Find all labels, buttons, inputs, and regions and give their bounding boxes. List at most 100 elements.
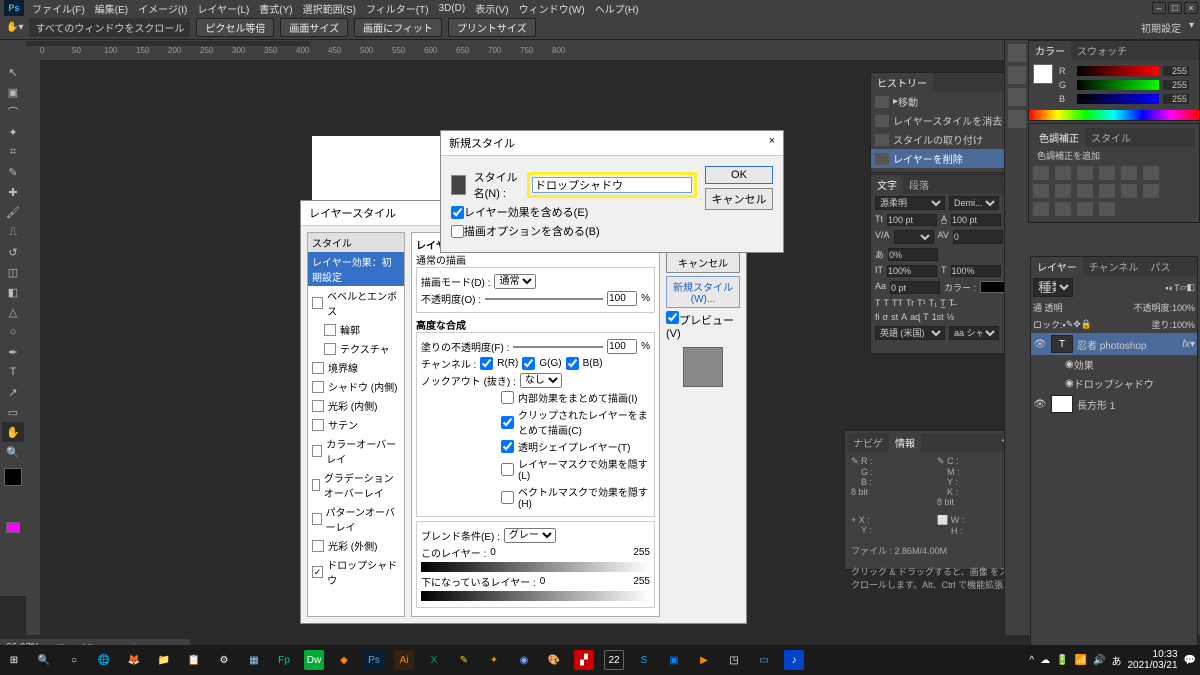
menu-filter[interactable]: フィルター(T) — [366, 1, 429, 16]
style-inner-glow[interactable]: 光彩 (内側) — [308, 396, 404, 415]
foreground-color[interactable] — [4, 468, 22, 486]
close-button[interactable]: × — [1184, 2, 1198, 14]
adj-icon[interactable] — [1033, 184, 1049, 198]
layer-filter-select[interactable]: 種類 — [1033, 278, 1073, 297]
sub-icon[interactable]: T₁ — [929, 298, 938, 308]
menu-file[interactable]: ファイル(F) — [32, 1, 85, 16]
style-satin[interactable]: サテン — [308, 415, 404, 434]
hscale-input[interactable] — [951, 265, 1001, 277]
ls-cancel-button[interactable]: キャンセル — [666, 252, 740, 273]
app-icon[interactable]: ✦ — [484, 650, 504, 670]
opt-fit[interactable]: 画面にフィット — [354, 18, 442, 37]
start-button[interactable]: ⊞ — [4, 650, 24, 670]
style-contour[interactable]: 輪郭 — [308, 320, 404, 339]
style-bevel[interactable]: ベベルとエンボス — [308, 286, 404, 320]
lang-select[interactable]: 英語 (米国) — [875, 326, 945, 340]
fill-input[interactable] — [607, 339, 637, 354]
style-stroke[interactable]: 境界線 — [308, 358, 404, 377]
path-tool[interactable]: ↗ — [2, 382, 24, 402]
cloud-icon[interactable]: ☁ — [1040, 655, 1050, 666]
style-inner-shadow[interactable]: シャドウ (内側) — [308, 377, 404, 396]
layer-row[interactable]: 👁長方形 1 — [1031, 393, 1197, 415]
style-drop-shadow[interactable]: ドロップシャドウ — [308, 555, 404, 589]
shape-tool[interactable]: ▭ — [2, 402, 24, 422]
discord-icon[interactable]: ◉ — [514, 650, 534, 670]
crop-tool[interactable]: ⌗ — [2, 142, 24, 162]
adj-icon[interactable] — [1033, 166, 1049, 180]
menu-layer[interactable]: レイヤー(L) — [197, 1, 249, 16]
menu-help[interactable]: ヘルプ(H) — [595, 1, 639, 16]
opt-print-size[interactable]: プリントサイズ — [448, 18, 536, 37]
maximize-button[interactable]: □ — [1168, 2, 1182, 14]
adj-icon[interactable] — [1099, 184, 1115, 198]
menu-view[interactable]: 表示(V) — [475, 1, 508, 16]
photoshop-icon[interactable]: Ps — [364, 650, 384, 670]
adv-3[interactable] — [501, 463, 514, 476]
layer-row[interactable]: 👁T忍者 photoshopfx▾ — [1031, 333, 1197, 355]
app-icon[interactable]: Fp — [274, 650, 294, 670]
new-style-name-input[interactable] — [532, 177, 692, 193]
swatch-tab[interactable]: スウォッチ — [1071, 41, 1133, 60]
para-tab[interactable]: 段落 — [903, 175, 935, 194]
excel-icon[interactable]: X — [424, 650, 444, 670]
channel-r[interactable] — [480, 357, 493, 370]
layer-thumb[interactable] — [1051, 395, 1073, 413]
chrome-icon[interactable]: 🌐 — [94, 650, 114, 670]
calc-icon[interactable]: ▦ — [244, 650, 264, 670]
menu-type[interactable]: 書式(Y) — [259, 1, 292, 16]
blend-mode-select[interactable]: 通常 — [494, 274, 536, 289]
adj-icon[interactable] — [1099, 166, 1115, 180]
history-row[interactable]: レイヤースタイルを消去 — [871, 111, 1021, 130]
include-effects-check[interactable] — [451, 206, 464, 219]
ls-preview-check[interactable] — [666, 311, 679, 324]
adj-icon[interactable] — [1099, 202, 1115, 216]
pen-tool[interactable]: ✒ — [2, 342, 24, 362]
app-icon[interactable]: ◳ — [724, 650, 744, 670]
gradient-tool[interactable]: ◧ — [2, 282, 24, 302]
blend-slider-under[interactable] — [421, 591, 650, 601]
blur-tool[interactable]: △ — [2, 302, 24, 322]
font-select[interactable]: 源柔明 — [875, 196, 945, 210]
adv-0[interactable] — [501, 391, 514, 404]
menu-select[interactable]: 選択範囲(S) — [303, 1, 356, 16]
lock-icon[interactable]: ✎ — [1066, 319, 1074, 330]
tracking-input[interactable] — [953, 230, 1003, 244]
underline-icon[interactable]: T̲ — [940, 298, 946, 308]
adj-icon[interactable] — [1077, 202, 1093, 216]
quickmask-icon[interactable] — [6, 522, 20, 533]
adj-icon[interactable] — [1055, 184, 1071, 198]
caps-icon[interactable]: TT — [892, 298, 903, 308]
dodge-tool[interactable]: ○ — [2, 322, 24, 342]
italic-icon[interactable]: T — [884, 298, 890, 308]
camera-icon[interactable]: ▣ — [664, 650, 684, 670]
fg-color-swatch[interactable] — [1033, 64, 1053, 84]
new-style-ok-button[interactable]: OK — [705, 166, 773, 184]
b-slider[interactable] — [1077, 94, 1159, 104]
adj-icon[interactable] — [1143, 184, 1159, 198]
hand-tool[interactable]: ✋ — [2, 422, 24, 442]
adjust-tab[interactable]: 色調補正 — [1033, 128, 1085, 147]
clock[interactable]: 10:33 2021/03/21 — [1127, 649, 1177, 671]
move-tool[interactable]: ↖ — [2, 62, 24, 82]
tsume-input[interactable] — [888, 248, 938, 261]
info-tab[interactable]: 情報 — [889, 433, 921, 452]
adj-icon[interactable] — [1077, 184, 1093, 198]
dreamweaver-icon[interactable]: Dw — [304, 650, 324, 670]
vscale-input[interactable] — [887, 265, 937, 277]
opt-default[interactable]: 初期設定 — [1141, 20, 1181, 35]
channel-g[interactable] — [522, 357, 535, 370]
g-slider[interactable] — [1077, 80, 1159, 90]
history-tab[interactable]: ヒストリー — [871, 73, 933, 92]
app-icon[interactable]: ✎ — [454, 650, 474, 670]
lock-icon[interactable]: ✥ — [1073, 319, 1081, 330]
style-blending-options[interactable]: レイヤー効果：初期設定 — [308, 252, 404, 286]
wand-tool[interactable]: ✦ — [2, 122, 24, 142]
style-pattern-overlay[interactable]: パターンオーバーレイ — [308, 502, 404, 536]
tray-chevron-icon[interactable]: ^ — [1029, 655, 1034, 666]
baseline-input[interactable] — [890, 281, 940, 294]
eye-icon[interactable]: 👁 — [1033, 339, 1047, 350]
strike-icon[interactable]: T̶ — [949, 298, 955, 308]
adj-icon[interactable] — [1055, 166, 1071, 180]
new-style-cancel-button[interactable]: キャンセル — [705, 188, 773, 210]
aa-select[interactable]: aa シャ... — [949, 326, 999, 340]
